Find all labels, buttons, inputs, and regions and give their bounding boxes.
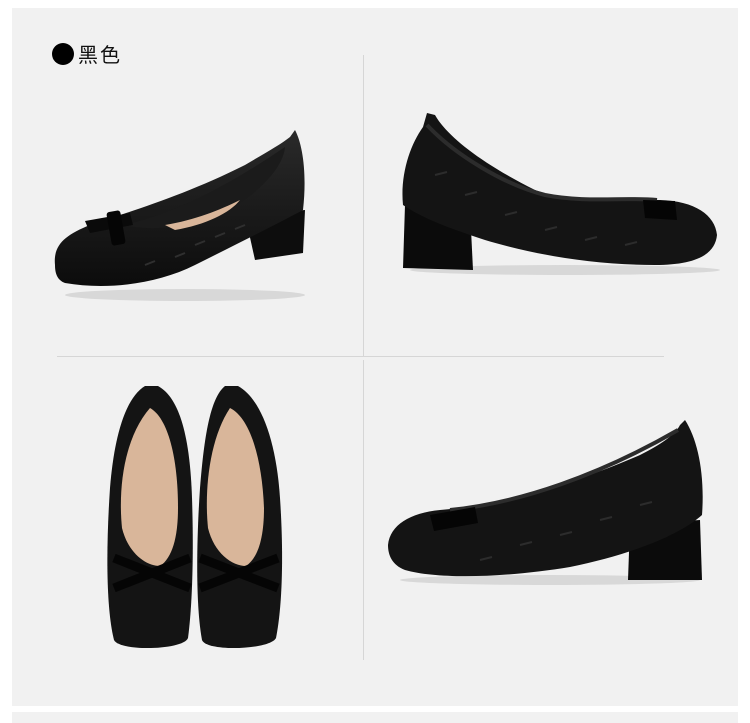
bottom-divider-strip: [12, 712, 738, 723]
shoe-angle-left-image: [54, 130, 305, 301]
color-name: 黑色: [78, 43, 122, 67]
shoe-angle-right-image: [388, 420, 703, 585]
grid-divider-vertical-bottom: [363, 360, 364, 660]
shoe-side-right-image: [402, 113, 720, 275]
shoe-pair-top-image: [107, 386, 283, 649]
grid-divider-horizontal: [57, 356, 664, 357]
grid-divider-vertical-top: [363, 55, 364, 357]
color-option-label: 黑色: [52, 39, 122, 68]
black-swatch-icon: [52, 42, 74, 65]
